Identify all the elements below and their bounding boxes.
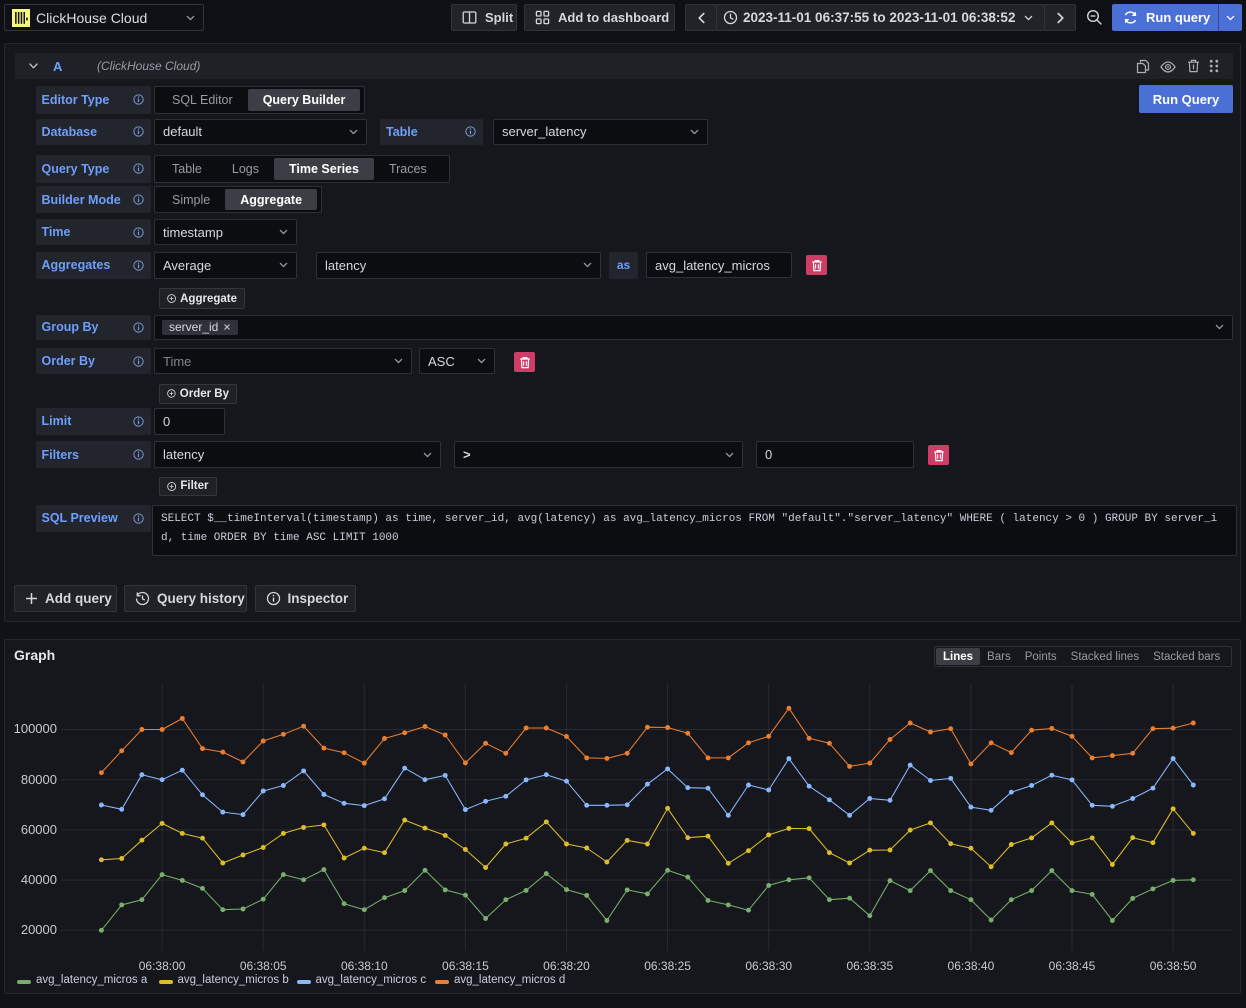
svg-text:06:38:45: 06:38:45 bbox=[1049, 959, 1096, 973]
svg-text:60000: 60000 bbox=[21, 822, 57, 837]
svg-text:06:38:10: 06:38:10 bbox=[341, 959, 388, 973]
svg-text:06:38:15: 06:38:15 bbox=[442, 959, 489, 973]
svg-text:06:38:05: 06:38:05 bbox=[240, 959, 287, 973]
svg-text:20000: 20000 bbox=[21, 922, 57, 937]
svg-text:40000: 40000 bbox=[21, 872, 57, 887]
svg-text:06:38:30: 06:38:30 bbox=[745, 959, 792, 973]
svg-text:06:38:35: 06:38:35 bbox=[846, 959, 893, 973]
svg-text:06:38:00: 06:38:00 bbox=[139, 959, 186, 973]
svg-text:06:38:50: 06:38:50 bbox=[1150, 959, 1197, 973]
svg-text:06:38:20: 06:38:20 bbox=[543, 959, 590, 973]
svg-text:06:38:25: 06:38:25 bbox=[644, 959, 691, 973]
svg-text:100000: 100000 bbox=[14, 721, 57, 736]
svg-text:06:38:40: 06:38:40 bbox=[948, 959, 995, 973]
svg-text:80000: 80000 bbox=[21, 772, 57, 787]
